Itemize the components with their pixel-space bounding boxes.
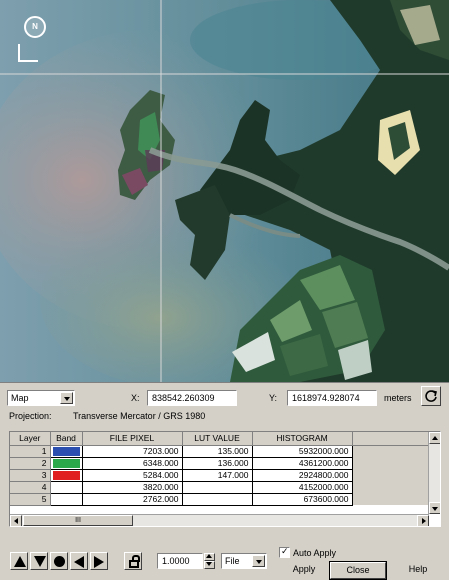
row-lut-value [182,493,253,506]
chevron-down-icon[interactable] [60,392,73,404]
pixel-info-table[interactable]: Layer Band FILE PIXEL LUT VALUE HISTOGRA… [9,431,441,527]
horizontal-scrollbar[interactable]: III [10,514,429,526]
coordinate-type-value: Map [11,393,29,403]
arrow-down-icon [34,556,46,567]
x-coordinate-value: 838542.260309 [152,393,215,403]
row-file-pixel: 7203.000 [82,445,183,458]
table-row[interactable]: 4 3820.000 4152000.000 [10,481,430,494]
row-lut-value: 147.000 [182,469,253,482]
source-value: File [225,556,240,566]
column-header-layer[interactable]: Layer [10,432,51,446]
scroll-up-icon[interactable] [429,432,440,444]
row-histogram: 4361200.000 [252,457,353,470]
band-swatch [52,458,80,468]
refresh-icon [425,390,437,402]
column-header-band[interactable]: Band [50,432,83,446]
row-histogram: 2924800.000 [252,469,353,482]
row-file-pixel: 5284.000 [82,469,183,482]
center-button[interactable] [50,552,68,570]
row-file-pixel: 3820.000 [82,481,183,494]
lock-icon [129,555,140,568]
chevron-down-icon[interactable] [252,555,265,567]
band-swatch [52,470,80,480]
coordinate-type-select[interactable]: Map [7,390,75,406]
band-color-cell[interactable] [50,481,83,494]
table-row[interactable]: 5 2762.000 673600.000 [10,493,430,506]
row-lut-value: 136.000 [182,457,253,470]
table-row[interactable]: 1 7203.000 135.000 5932000.000 [10,445,430,458]
arrow-up-icon [14,556,26,567]
x-coordinate-field[interactable]: 838542.260309 [147,390,237,406]
x-label: X: [131,393,140,403]
table-header-row: Layer Band FILE PIXEL LUT VALUE HISTOGRA… [10,432,430,446]
auto-apply-label: Auto Apply [293,548,337,558]
row-lut-value [182,481,253,494]
auto-apply-checkbox[interactable] [279,546,290,558]
band-color-cell[interactable] [50,445,83,458]
band-color-cell[interactable] [50,469,83,482]
image-viewer[interactable]: N [0,0,449,382]
projection-label: Projection: [9,411,52,421]
refresh-button[interactable] [421,386,441,406]
move-up-button[interactable] [10,552,28,570]
step-value: 1.0000 [162,556,190,566]
scroll-left-icon[interactable] [10,515,22,526]
y-coordinate-value: 1618974.928074 [292,393,360,403]
scroll-down-icon[interactable] [429,502,440,514]
row-histogram: 673600.000 [252,493,353,506]
pixel-table: Layer Band FILE PIXEL LUT VALUE HISTOGRA… [10,432,430,506]
row-lut-value: 135.000 [182,445,253,458]
y-label: Y: [269,393,278,403]
apply-button[interactable]: Apply [284,562,324,579]
row-filler [352,481,430,493]
move-down-button[interactable] [30,552,48,570]
circle-icon [54,556,65,567]
step-value-field[interactable]: 1.0000 [157,553,203,569]
north-arrow-icon: N [24,16,46,38]
satellite-image [0,0,449,382]
row-file-pixel: 2762.000 [82,493,183,506]
row-histogram: 5932000.000 [252,445,353,458]
lock-button[interactable] [124,552,142,570]
source-select[interactable]: File [221,553,267,569]
arrow-right-icon [94,556,104,568]
row-histogram: 4152000.000 [252,481,353,494]
band-color-cell[interactable] [50,457,83,470]
row-layer: 3 [10,469,51,482]
band-color-cell[interactable] [50,493,83,506]
column-header-file-pixel[interactable]: FILE PIXEL [82,432,183,446]
band-swatch [52,482,80,492]
horizontal-scroll-thumb[interactable]: III [23,515,133,526]
north-arrow-label: N [32,22,38,31]
row-layer: 1 [10,445,51,458]
row-filler [352,445,430,457]
scale-bar-base [18,60,38,62]
column-header-histogram[interactable]: HISTOGRAM [252,432,353,446]
column-header-lut-value[interactable]: LUT VALUE [182,432,253,446]
y-coordinate-field[interactable]: 1618974.928074 [287,390,377,406]
row-filler [352,469,430,481]
help-button[interactable]: Help [398,562,438,579]
chevron-down-icon [204,558,216,570]
step-down-button[interactable] [204,561,215,569]
row-layer: 5 [10,493,51,506]
close-button[interactable]: Close [329,561,387,580]
row-layer: 4 [10,481,51,494]
scroll-right-icon[interactable] [417,515,429,526]
vertical-scrollbar[interactable] [428,432,440,514]
move-right-button[interactable] [90,552,108,570]
arrow-left-icon [74,556,84,568]
row-filler [352,457,430,469]
table-row[interactable]: 2 6348.000 136.000 4361200.000 [10,457,430,470]
units-label: meters [384,393,412,403]
band-swatch [52,494,80,504]
row-file-pixel: 6348.000 [82,457,183,470]
row-filler [352,493,430,505]
projection-value: Transverse Mercator / GRS 1980 [73,411,206,421]
column-header-filler [352,432,430,446]
move-left-button[interactable] [70,552,88,570]
row-layer: 2 [10,457,51,470]
table-row[interactable]: 3 5284.000 147.000 2924800.000 [10,469,430,482]
band-swatch [52,446,80,456]
